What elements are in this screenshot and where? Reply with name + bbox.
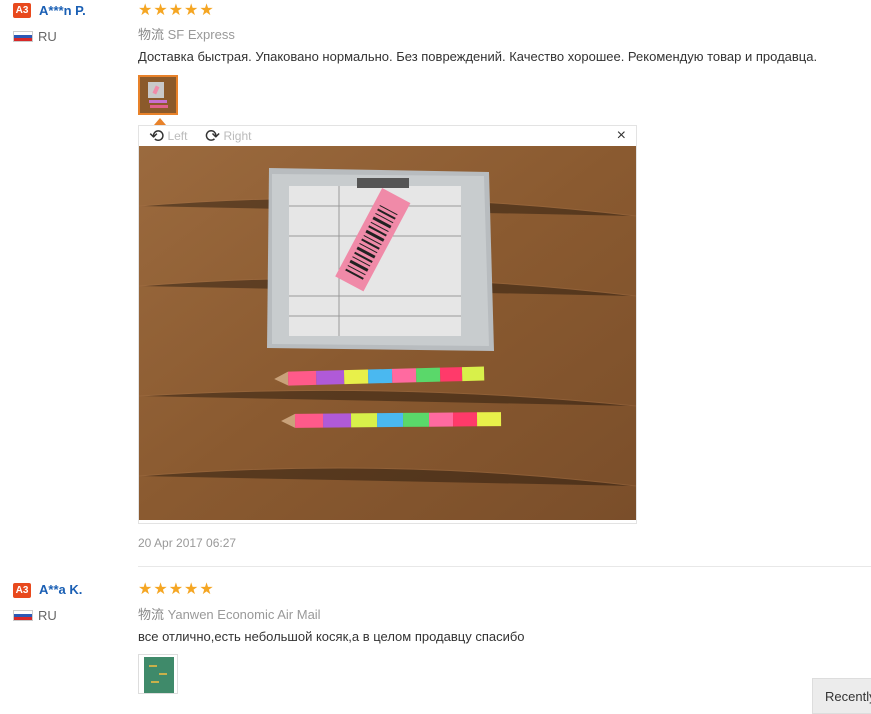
rotate-right-label: Right: [223, 129, 252, 143]
shipping-label: 物流: [138, 27, 165, 42]
photo-viewer: ⟲ Left ⟳ Right ×: [138, 125, 637, 524]
rotate-left-button[interactable]: ⟲ Left: [149, 126, 187, 146]
review-photo-thumbnail[interactable]: [138, 75, 178, 115]
reviewer-name[interactable]: A***n P.: [39, 3, 86, 18]
review-date: 20 Apr 2017 06:27: [138, 536, 237, 550]
reviewer-name[interactable]: A**a K.: [39, 582, 82, 597]
rotate-right-button[interactable]: ⟳ Right: [205, 126, 251, 146]
recently-button[interactable]: Recently: [812, 678, 871, 714]
review-divider: [138, 566, 871, 567]
photo-thumbnail-image: [140, 77, 176, 113]
review-photo-thumbnail[interactable]: [138, 654, 178, 694]
photo-viewer-toolbar: ⟲ Left ⟳ Right ×: [139, 126, 636, 146]
rating-stars: ★★★★★: [138, 2, 215, 19]
review-photo-large: [139, 146, 636, 520]
shipping-label: 物流: [138, 607, 165, 622]
reviewer-country: RU: [38, 29, 57, 44]
rotate-left-icon: ⟲: [149, 125, 165, 146]
shipping-info: 物流 Yanwen Economic Air Mail: [138, 604, 321, 623]
reviewer-country: RU: [38, 608, 57, 623]
buyer-level-badge: A3: [13, 583, 31, 598]
rotate-left-label: Left: [167, 129, 188, 143]
shipping-method: Yanwen Economic Air Mail: [167, 607, 321, 622]
review-text: Доставка быстрая. Упаковано нормально. Б…: [138, 49, 818, 64]
rating-stars: ★★★★★: [138, 581, 215, 598]
review-1: A3 A***n P. RU ★★★★★ 物流 SF Express Доста…: [0, 0, 871, 560]
buyer-level-badge: A3: [13, 3, 31, 18]
review-2: A3 A**a K. RU ★★★★★ 物流 Yanwen Economic A…: [0, 578, 871, 712]
photo-image: [139, 146, 636, 520]
close-icon[interactable]: ×: [617, 127, 626, 145]
photo-thumbnail-image: [139, 655, 177, 693]
thumbnail-pointer: [154, 118, 166, 125]
russia-flag-icon: [13, 31, 33, 42]
rotate-right-icon: ⟳: [205, 125, 221, 146]
russia-flag-icon: [13, 610, 33, 621]
shipping-method: SF Express: [167, 27, 235, 42]
shipping-info: 物流 SF Express: [138, 24, 235, 43]
review-text: все отлично,есть небольшой косяк,а в цел…: [138, 629, 525, 644]
